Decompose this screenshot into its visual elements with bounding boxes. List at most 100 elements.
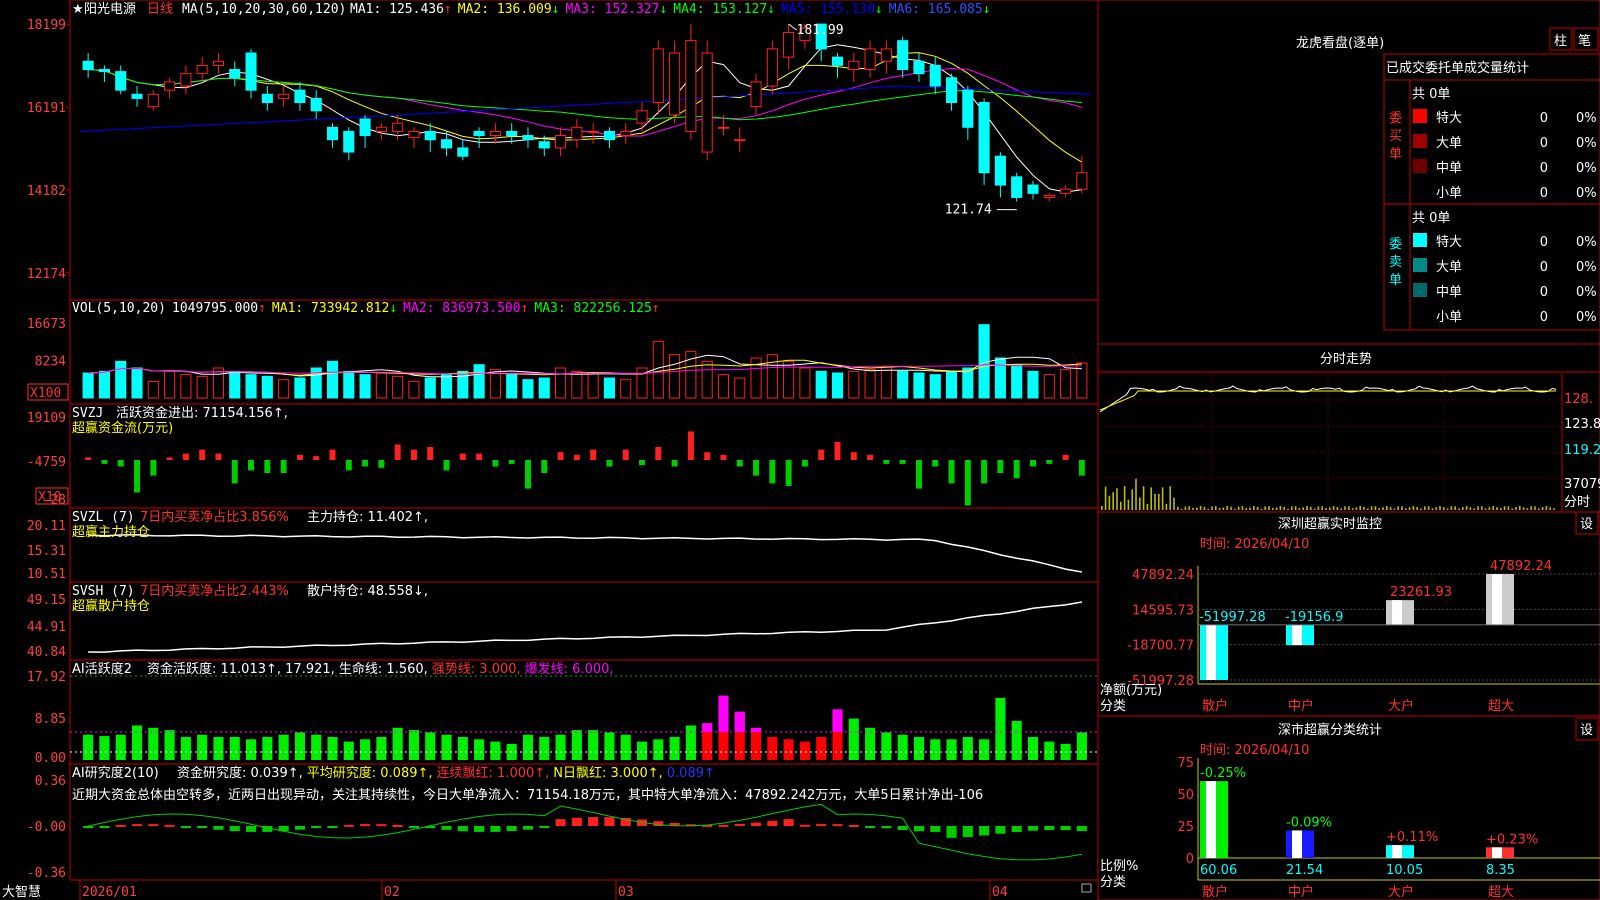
ai2-bar — [457, 826, 468, 832]
intraday-vol-bar — [1230, 506, 1232, 510]
ai2-part: 0.089↑ — [667, 766, 715, 781]
intraday-vol-bar — [1154, 493, 1156, 510]
intraday-vol-bar — [1420, 508, 1422, 510]
intraday-tick-mid: 123.8 — [1564, 417, 1600, 432]
volume-bar — [131, 367, 143, 399]
kline-panel[interactable]: 18199 16191 14182 12174 ★ 阳光电源 日线 MA(5,10,2… — [27, 0, 1099, 301]
stock-terminal: 18199 16191 14182 12174 ★ 阳光电源 日线 MA(5,10,2… — [0, 0, 1600, 900]
ai1-bar — [197, 734, 208, 760]
intraday-vol-bar — [1374, 506, 1377, 510]
candle-body — [375, 126, 387, 132]
svzj-bar — [296, 454, 303, 460]
row-pct: 0% — [1576, 285, 1597, 300]
intraday-vol-bar — [1454, 506, 1456, 510]
intraday-vol-bar — [1199, 506, 1202, 510]
volume-bar — [82, 372, 94, 399]
svzj-bar — [524, 460, 531, 489]
volume-bar — [326, 360, 339, 399]
ai2-bar — [213, 826, 224, 830]
ai2-bar — [946, 826, 957, 838]
ai1-bar — [490, 741, 501, 760]
svzj-bar — [459, 453, 466, 460]
candle-body — [1060, 188, 1072, 194]
ai1-bar — [669, 737, 680, 760]
intraday-vol-bar — [1264, 506, 1266, 510]
row-swatch — [1413, 159, 1427, 173]
svzl-line2: 超赢主力持仓 — [72, 524, 150, 540]
dragon-panel[interactable]: 龙虎看盘(逐单) 柱 笔 已成交委托单成交量统计 委买单 共 0单 特大 0 0%大… — [1097, 0, 1600, 345]
intraday-vol-bar — [1496, 507, 1498, 510]
class-stat-title: 深市超赢分类统计 — [1278, 722, 1382, 738]
hold-y-tick: 49.15 — [27, 593, 66, 608]
ai2-bar — [506, 826, 517, 832]
volume-bar — [831, 372, 844, 399]
ai2-bar — [408, 826, 420, 828]
ai1-bar — [799, 741, 810, 760]
ai2-y-tick: -0.36 — [27, 866, 66, 881]
row-swatch — [1413, 233, 1427, 247]
volume-bar — [1043, 374, 1055, 399]
intraday-vol-bar — [1424, 506, 1426, 510]
volume-panel[interactable]: 166738234 VOL(5,10,20) 1049795.000↑ MA1: … — [27, 299, 1099, 405]
svzl-panel[interactable]: 20.1115.3110.51 SVZL (7) 7日内买卖净占比3.856% … — [27, 507, 1099, 583]
intraday-vol-bar — [1473, 508, 1475, 510]
intraday-vol-bar — [1541, 507, 1544, 510]
ai1-part: 资金活跃度: 11.013↑, 17.921, 生命线: 1.560, — [147, 661, 428, 677]
ai1-bar — [311, 734, 322, 760]
intraday-vol-bar — [1378, 508, 1380, 510]
hold-y-tick: 20.11 — [27, 519, 66, 534]
svsh-header: SVSH (7) — [72, 584, 135, 599]
row-count: 0 — [1540, 285, 1548, 300]
intraday-vol-bar — [1222, 507, 1225, 510]
intraday-vol-bar — [1431, 508, 1434, 510]
ai2-bar — [718, 824, 729, 827]
ma-header: MA(5,10,20,30,60,120) — [182, 2, 346, 17]
ai1-bar — [946, 739, 957, 760]
intraday-vol-bar — [1237, 506, 1240, 510]
ai1-bar — [1044, 741, 1055, 760]
volume-bar — [245, 374, 257, 399]
ai-research-y-axis: 0.36 -0.00 -0.36 — [27, 774, 66, 881]
volume-bar — [375, 372, 387, 399]
ai1-bar-top — [750, 727, 762, 732]
volume-bar — [799, 367, 811, 399]
monitor-panel[interactable]: 深圳超赢实时监控 设 时间: 2026/04/10 47892.24 14595.… — [1097, 511, 1600, 717]
ai1-bar — [913, 737, 925, 760]
ai1-bar — [294, 732, 305, 760]
ai2-bar — [360, 824, 371, 827]
volume-bar — [147, 380, 159, 399]
intraday-vol-bar — [1435, 507, 1437, 510]
favorite-star-icon[interactable]: ★ — [72, 2, 84, 17]
intraday-vol-bar — [1294, 506, 1297, 510]
ai1-bar — [180, 737, 191, 760]
svzj-bar — [883, 460, 890, 464]
svsh-panel[interactable]: 49.1544.9140.84 SVSH (7) 7日内买卖净占比2.443% … — [27, 581, 1099, 661]
ai2-part: N日飘红: 3.000↑, — [553, 765, 662, 781]
candle-body — [636, 110, 648, 124]
period-label[interactable]: 日线 — [147, 2, 173, 17]
intraday-vol-bar — [1405, 508, 1407, 510]
candle-body — [115, 71, 127, 91]
intraday-panel[interactable]: 分时走势 128. 123.8 119.2 37079 分时 — [1097, 343, 1600, 513]
class-stat-panel[interactable]: 深市超赢分类统计 设 时间: 2026/04/10 75 50 25 0 -0.25% 6… — [1097, 715, 1600, 900]
ai-research-panel[interactable]: 0.36 -0.00 -0.36 AI研究度2(10) 资金研究度: 0.039↑,… — [27, 763, 1099, 881]
ai2-bar — [311, 826, 322, 828]
row-pct: 0% — [1576, 111, 1597, 126]
svzj-panel[interactable]: 19109-4759-28 SVZJ 活跃资金进出: 71154.156↑, 超… — [27, 403, 1099, 509]
ai1-bar — [262, 737, 273, 760]
candle-body — [880, 48, 892, 62]
ai2-part: 连续飘红: 1.000↑, — [437, 765, 550, 781]
monitor-title: 深圳超赢实时监控 — [1278, 516, 1382, 532]
candle-body — [310, 97, 322, 112]
candle-body — [945, 77, 958, 104]
intraday-vol-bar — [1260, 508, 1263, 510]
candle-body — [131, 93, 143, 99]
intraday-vol-bar — [1165, 503, 1168, 510]
ma-arrow: ↓ — [552, 2, 560, 17]
ai-activity-panel[interactable]: 17.92 8.85 0.00 AI活跃度2 资金活跃度: 11.013↑, 17.… — [27, 659, 1099, 766]
row-label: 大单 — [1436, 136, 1462, 151]
ai1-bar — [995, 697, 1006, 760]
x-tick-label: 03 — [618, 885, 634, 900]
volume-bar — [962, 367, 974, 399]
intraday-vol-bar — [1123, 486, 1126, 510]
